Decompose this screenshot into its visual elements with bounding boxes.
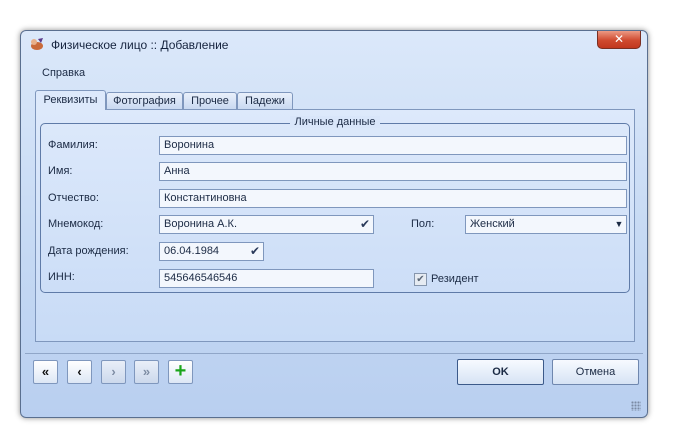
mnemocode-value: Воронина А.К. (164, 218, 238, 230)
first-record-button[interactable]: « (33, 360, 58, 384)
app-icon (31, 38, 43, 50)
resize-grip-icon[interactable] (631, 401, 641, 411)
title-bar[interactable]: Физическое лицо :: Добавление ✕ (21, 31, 647, 57)
resident-checkbox[interactable]: ✔ (414, 273, 427, 286)
chevron-left-icon: ‹ (77, 364, 82, 379)
tab-other[interactable]: Прочее (183, 92, 237, 109)
patronymic-label: Отчество: (48, 192, 99, 204)
inn-label: ИНН: (48, 271, 75, 283)
personal-data-group: Личные данные Фамилия: Воронина Имя: Анн… (40, 116, 630, 293)
last-name-field[interactable]: Воронина (159, 136, 627, 155)
checkmark-icon[interactable]: ✔ (357, 216, 373, 233)
double-chevron-left-icon: « (41, 364, 50, 379)
dialog-window: Физическое лицо :: Добавление ✕ Справка … (20, 30, 648, 418)
first-name-label: Имя: (48, 165, 73, 177)
tab-photo[interactable]: Фотография (106, 92, 183, 109)
birth-date-field[interactable]: 06.04.1984 ✔ (159, 242, 264, 261)
close-icon: ✕ (613, 32, 625, 46)
tab-details[interactable]: Реквизиты (35, 90, 106, 110)
inn-field[interactable]: 545646546546 (159, 269, 374, 288)
ok-button[interactable]: OK (457, 359, 544, 385)
group-title: Личные данные (289, 116, 381, 128)
gender-value: Женский (470, 218, 515, 230)
first-name-field[interactable]: Анна (159, 162, 627, 181)
cancel-button[interactable]: Отмена (552, 359, 639, 385)
checkmark-icon[interactable]: ✔ (247, 243, 263, 260)
add-record-button[interactable]: + (168, 360, 193, 384)
close-button[interactable]: ✕ (597, 31, 641, 49)
tab-cases[interactable]: Падежи (237, 92, 293, 109)
divider (25, 353, 643, 354)
birth-date-label: Дата рождения: (48, 245, 129, 257)
menu-item-help[interactable]: Справка (42, 67, 85, 79)
next-record-button[interactable]: › (101, 360, 126, 384)
tab-panel: Личные данные Фамилия: Воронина Имя: Анн… (35, 109, 635, 342)
chevron-right-icon: › (111, 364, 116, 379)
plus-icon: + (174, 360, 187, 382)
birth-date-value: 06.04.1984 (164, 245, 220, 257)
last-name-label: Фамилия: (48, 139, 98, 151)
window-title: Физическое лицо :: Добавление (51, 38, 229, 52)
gender-label: Пол: (411, 218, 435, 230)
chevron-down-icon[interactable]: ▼ (612, 216, 626, 233)
prev-record-button[interactable]: ‹ (67, 360, 92, 384)
mnemocode-field[interactable]: Воронина А.К. ✔ (159, 215, 374, 234)
gender-select[interactable]: Женский ▼ (465, 215, 627, 234)
last-record-button[interactable]: » (134, 360, 159, 384)
mnemocode-label: Мнемокод: (48, 218, 104, 230)
double-chevron-right-icon: » (142, 364, 151, 379)
patronymic-field[interactable]: Константиновна (159, 189, 627, 208)
resident-label: Резидент (431, 273, 479, 285)
